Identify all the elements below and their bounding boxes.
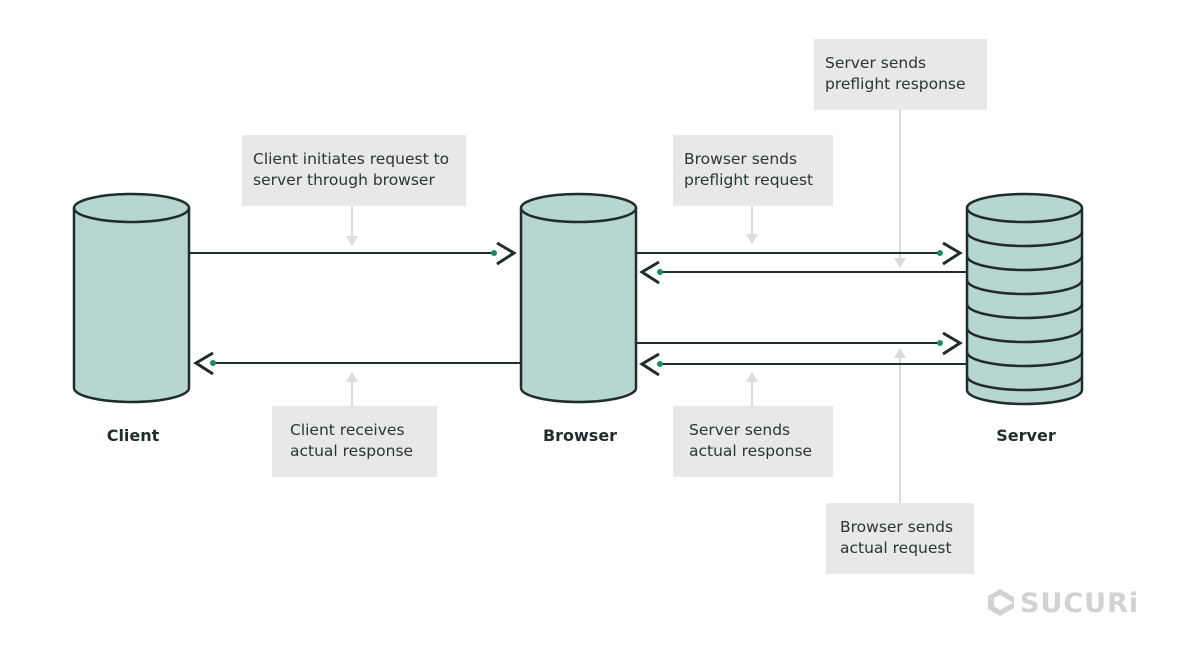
server-database: [965, 192, 1084, 406]
step-browser-preflight: Browser sends preflight request: [673, 135, 833, 206]
pointer-browser-actual: [894, 348, 906, 503]
pointer-server-actual: [746, 372, 758, 406]
browser-label: Browser: [542, 426, 618, 445]
arrow-browser-to-server-preflight: [636, 241, 963, 266]
server-label: Server: [996, 426, 1056, 445]
pointer-client-receives: [346, 372, 358, 406]
sucuri-logo: SUCURi: [988, 588, 1139, 619]
step-client-receives: Client receives actual response: [272, 406, 437, 477]
step-client-initiates: Client initiates request to server throu…: [242, 135, 466, 206]
step-server-preflight: Server sends preflight response: [814, 39, 987, 110]
pointer-browser-preflight: [746, 205, 758, 244]
arrow-client-to-browser: [189, 241, 517, 266]
diagram-canvas: [72, 109, 1084, 616]
logo-text: SUCURi: [1020, 588, 1140, 619]
client-label: Client: [106, 426, 160, 445]
pointer-client-initiates: [346, 205, 358, 246]
arrow-browser-to-client: [193, 351, 521, 376]
arrow-server-to-browser-actual: [639, 352, 967, 377]
step-browser-actual: Browser sends actual request: [826, 503, 974, 574]
step-server-actual: Server sends actual response: [673, 406, 833, 477]
client-cylinder: [72, 192, 191, 404]
arrow-browser-to-server-actual: [636, 331, 963, 356]
arrow-server-to-browser-preflight: [639, 260, 967, 285]
pointer-server-preflight: [894, 109, 906, 268]
browser-cylinder: [519, 192, 638, 404]
